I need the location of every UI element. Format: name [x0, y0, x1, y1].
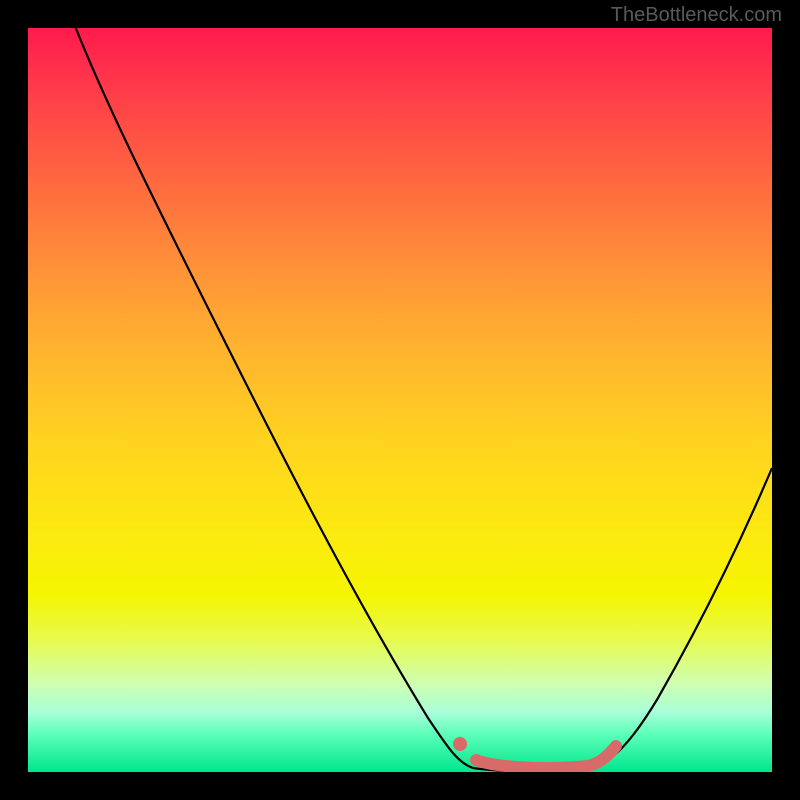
- curve-svg: [28, 28, 772, 772]
- watermark-text: TheBottleneck.com: [611, 4, 782, 27]
- marker-dot: [453, 737, 467, 751]
- bottleneck-curve: [68, 28, 772, 771]
- optimal-range-marker: [476, 746, 616, 768]
- plot-area: [28, 28, 772, 772]
